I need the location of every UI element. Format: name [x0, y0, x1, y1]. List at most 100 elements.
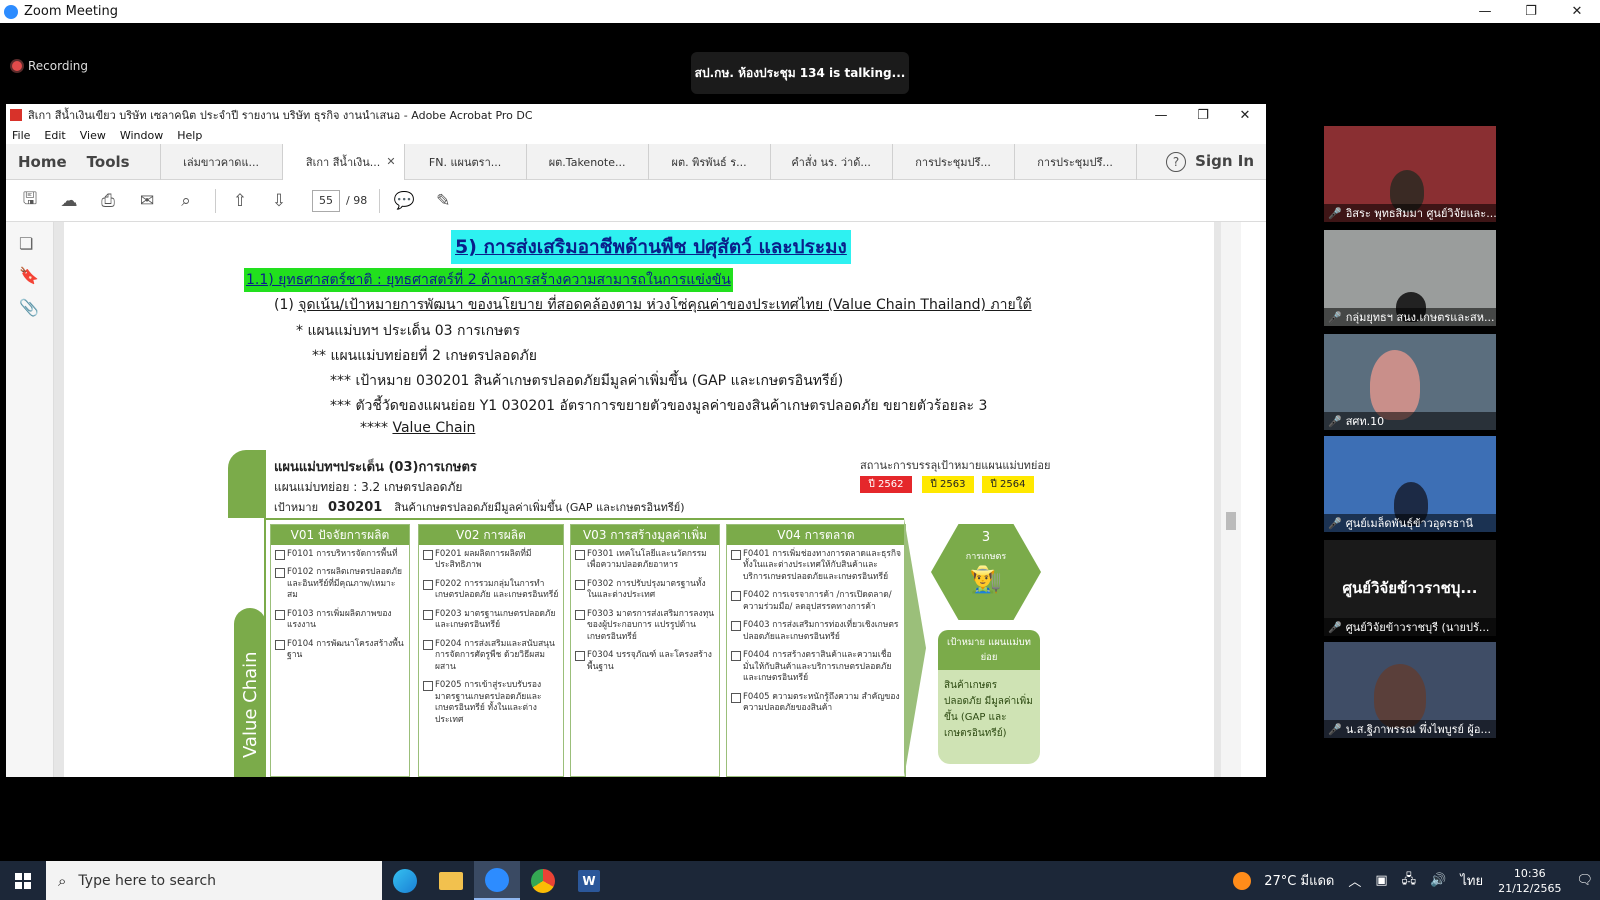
mic-muted-icon: 🎤 — [1328, 310, 1342, 324]
menu-file[interactable]: File — [12, 129, 30, 142]
taskbar-search[interactable]: ⌕ Type here to search — [46, 861, 382, 900]
menu-edit[interactable]: Edit — [44, 129, 65, 142]
toolbar-divider — [379, 188, 381, 213]
participant-name-bar: 🎤 ศูนย์วิจัยข้าวราชบุรี (นายปรั... — [1324, 618, 1496, 636]
value-chain-column: V03 การสร้างมูลค่าเพิ่ม F0301 เทคโนโลยีแ… — [570, 524, 720, 777]
acrobat-menubar: File Edit View Window Help — [6, 126, 1266, 144]
mic-muted-icon: 🎤 — [1328, 206, 1342, 220]
participant-tile[interactable]: 🎤 กลุ่มยุทธฯ สนง.เกษตรและสห... — [1324, 230, 1496, 326]
column-item: F0101 การบริหารจัดการพื้นที่ — [271, 545, 409, 563]
search-icon[interactable]: ⌕ — [174, 189, 198, 213]
page-number-input[interactable]: 55 — [312, 189, 340, 212]
input-language[interactable]: ไทย — [1460, 870, 1483, 891]
column-header: V04 การตลาด — [727, 525, 905, 545]
menu-view[interactable]: View — [80, 129, 106, 142]
mic-muted-icon: 🎤 — [1328, 620, 1342, 634]
print-icon[interactable]: ⎙ — [96, 189, 120, 213]
active-speaker-banner: สป.กษ. ห้องประชุม 134 is talking... — [691, 52, 909, 94]
acrobat-minimize-button[interactable]: — — [1140, 104, 1182, 126]
page-thumbnails-icon[interactable]: ❏ — [19, 234, 39, 254]
maximize-button[interactable]: ❐ — [1508, 0, 1554, 23]
column-item: F0402 การเจรจาการค้า /การเปิดตลาด/ ความร… — [727, 586, 905, 616]
doc-tab[interactable]: ผต.Takenote... — [527, 143, 649, 180]
meet-now-icon[interactable]: ▣ — [1375, 873, 1387, 888]
start-button[interactable] — [0, 861, 46, 900]
menu-help[interactable]: Help — [177, 129, 202, 142]
doc-tab-label: เล่มขาวคาดแ... — [183, 155, 260, 169]
scrollbar-thumb[interactable] — [1226, 512, 1236, 530]
participant-name: กลุ่มยุทธฯ สนง.เกษตรและสห... — [1345, 311, 1495, 324]
bookmark-icon[interactable]: 🔖 — [19, 266, 39, 286]
doc-tab-label: FN. แผนตรา... — [428, 155, 502, 169]
acrobat-logo-icon — [10, 109, 22, 121]
doc-tab[interactable]: ผต. พิรพันธ์ ร... — [649, 143, 771, 180]
goal-text: สินค้าเกษตรปลอดภัยมีมูลค่าเพิ่มขึ้น (GAP… — [394, 501, 685, 514]
zoom-taskbar-button[interactable] — [474, 861, 520, 900]
tab-tools[interactable]: Tools — [79, 143, 161, 180]
doc-tab[interactable]: การประชุมปรึ... — [893, 143, 1015, 180]
tab-home[interactable]: Home — [6, 153, 79, 171]
acrobat-close-button[interactable]: ✕ — [1224, 104, 1266, 126]
show-hidden-icons-chevron-icon[interactable]: ︿ — [1348, 871, 1361, 890]
vertical-scrollbar[interactable] — [1221, 222, 1241, 777]
acrobat-title: สิเกา สีน้ำเงินเขียว บริษัท เซลาคนิต ประ… — [28, 109, 533, 122]
taskbar-clock[interactable]: 10:36 21/12/2565 — [1498, 866, 1561, 896]
chrome-taskbar-button[interactable] — [520, 861, 566, 900]
column-item: F0205 การเข้าสู่ระบบรับรองมาตรฐานเกษตรปล… — [419, 676, 563, 729]
column-item: F0204 การส่งเสริมและสนับสนุนการจัดการศัต… — [419, 635, 563, 676]
upload-cloud-icon[interactable]: ☁ — [57, 189, 81, 213]
explorer-taskbar-button[interactable] — [428, 861, 474, 900]
next-page-icon[interactable]: ⇩ — [267, 189, 291, 213]
attachment-icon[interactable]: 📎 — [19, 298, 39, 318]
column-item: F0103 การเพิ่มผลิตภาพของแรงงาน — [271, 605, 409, 635]
active-speaker-text: สป.กษ. ห้องประชุม 134 is talking... — [694, 65, 906, 80]
menu-window[interactable]: Window — [120, 129, 163, 142]
mic-muted-icon: 🎤 — [1328, 516, 1342, 530]
clock-date: 21/12/2565 — [1498, 881, 1562, 895]
doc-tab[interactable]: เล่มขาวคาดแ... — [161, 143, 283, 180]
email-icon[interactable]: ✉ — [135, 189, 159, 213]
participant-tile[interactable]: 🎤 อิสระ พุทธสิมมา ศูนย์วิจัยและ... — [1324, 126, 1496, 222]
doc-tab[interactable]: คำสั่ง นร. ว่าด้... — [771, 143, 893, 180]
save-icon[interactable]: 🖫 — [18, 189, 42, 213]
participant-tile[interactable]: 🎤 ศูนย์เมล็ดพันธุ์ข้าวอุดรธานี — [1324, 436, 1496, 532]
status-label: สถานะการบรรลุเป้าหมายแผนแม่บทย่อย — [860, 459, 1051, 472]
doc-tab-active[interactable]: สิเกา สีน้ำเงิน... ✕ — [282, 143, 405, 180]
mic-muted-icon: 🎤 — [1328, 722, 1342, 736]
pen-icon[interactable]: ✎ — [431, 189, 455, 213]
window-title: Zoom Meeting — [24, 4, 119, 19]
subplan-goal-box: เป้าหมาย แผนแม่บทย่อย สินค้าเกษตรปลอดภัย… — [938, 630, 1040, 764]
participant-name: ศูนย์วิจัยข้าวราชบุรี (นายปรั... — [1345, 621, 1490, 634]
volume-icon[interactable]: 🔊 — [1430, 873, 1446, 888]
edge-taskbar-button[interactable] — [382, 861, 428, 900]
sign-in-button[interactable]: Sign In — [1195, 152, 1254, 170]
infographic-heading: แผนแม่บทฯประเด็น (03)การเกษตร — [274, 460, 477, 475]
comment-icon[interactable]: 💬 — [392, 189, 416, 213]
help-icon[interactable]: ? — [1166, 152, 1186, 172]
participant-tile[interactable]: 🎤 สศท.10 — [1324, 334, 1496, 430]
strategy-heading: 1.1) ยุทธศาสตร์ชาติ : ยุทธศาสตร์ที่ 2 ด้… — [244, 268, 733, 292]
close-tab-icon[interactable]: ✕ — [386, 155, 395, 168]
recording-indicator[interactable]: Recording — [12, 59, 88, 73]
acrobat-restore-button[interactable]: ❐ — [1182, 104, 1224, 126]
windows-taskbar: ⌕ Type here to search W 27°C มีแดด ︿ ▣ 🖧… — [0, 861, 1600, 900]
weather-text[interactable]: 27°C มีแดด — [1264, 870, 1334, 891]
word-taskbar-button[interactable]: W — [566, 861, 612, 900]
goal-line: *** เป้าหมาย 030201 สินค้าเกษตรปลอดภัยมี… — [330, 373, 844, 389]
participant-name: ศูนย์เมล็ดพันธุ์ข้าวอุดรธานี — [1345, 517, 1473, 530]
notifications-icon[interactable]: 🗨 — [1576, 873, 1593, 888]
weather-sun-icon[interactable] — [1233, 871, 1252, 890]
doc-tab[interactable]: การประชุมปรึ... — [1015, 143, 1137, 180]
page-title-text: 5) การส่งเสริมอาชีพด้านพืช ปศุสัตว์ และป… — [455, 236, 847, 258]
value-chain-column: V04 การตลาด F0401 การเพิ่มช่องทางการตลาด… — [726, 524, 906, 777]
previous-page-icon[interactable]: ⇧ — [228, 189, 252, 213]
participant-tile[interactable]: 🎤 น.ส.ฐิภาพรรณ พึ่งไพบูรย์ ผู้อ... — [1324, 642, 1496, 738]
minimize-button[interactable]: — — [1462, 0, 1508, 23]
participant-tile[interactable]: ศูนย์วิจัยข้าวราชบุ... 🎤 ศูนย์วิจัยข้าวรา… — [1324, 540, 1496, 636]
recording-icon — [12, 61, 22, 71]
value-chain-line: **** Value Chain — [360, 420, 475, 436]
close-button[interactable]: ✕ — [1554, 0, 1600, 23]
goal-box-text: สินค้าเกษตรปลอดภัย มีมูลค่าเพิ่มขึ้น (GA… — [944, 680, 1033, 740]
network-icon[interactable]: 🖧 — [1402, 870, 1417, 892]
doc-tab[interactable]: FN. แผนตรา... — [405, 143, 527, 180]
